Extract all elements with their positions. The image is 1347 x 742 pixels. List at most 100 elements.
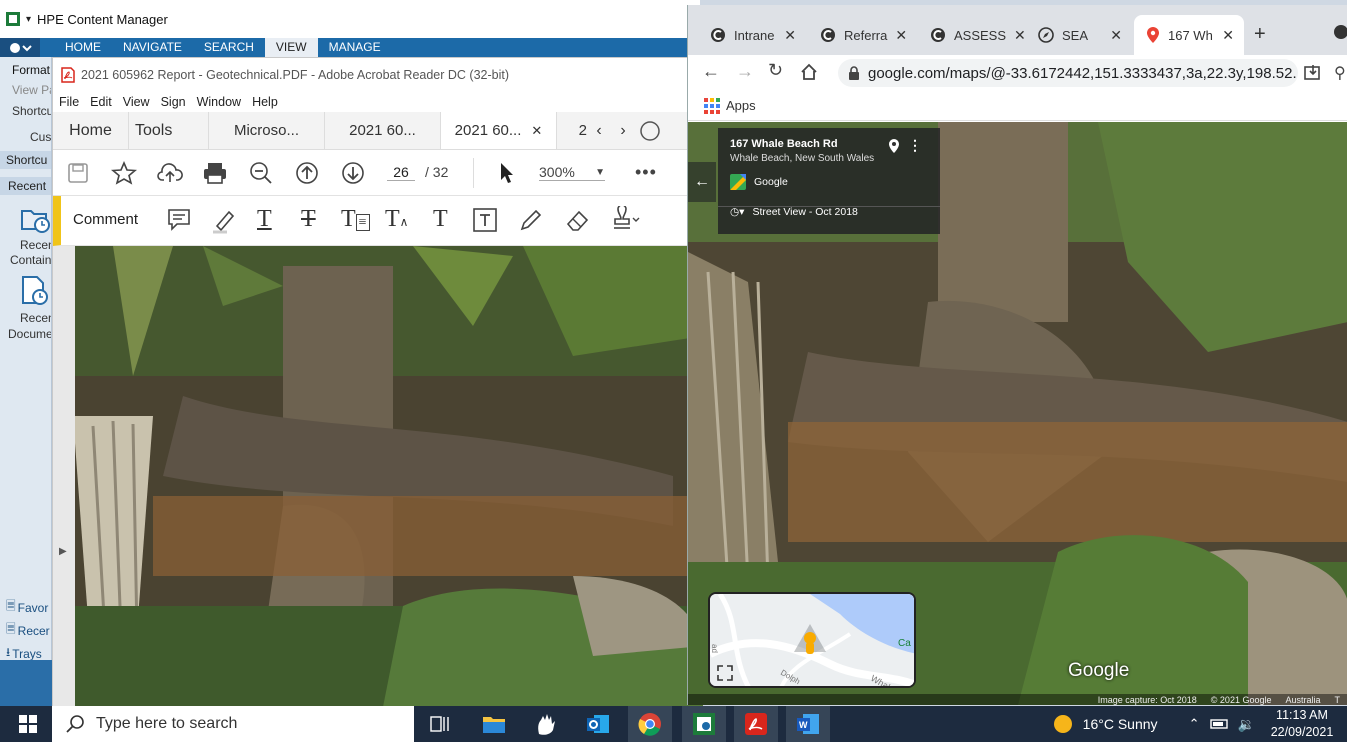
volume-icon[interactable]: 🔉	[1238, 716, 1255, 733]
chrome-tab-referral[interactable]: Referra ✕	[808, 15, 916, 55]
text-box-icon[interactable]	[473, 208, 497, 232]
apps-bookmark-label[interactable]: Apps	[726, 98, 756, 113]
back-icon[interactable]: ←	[702, 61, 720, 82]
bookmark-star-icon[interactable]	[111, 161, 137, 185]
weather-sun-icon[interactable]	[1053, 714, 1073, 734]
shortcuts-label[interactable]: Shortcu	[0, 104, 51, 118]
tab-2021-60-active[interactable]: 2021 60... ✕	[441, 112, 557, 149]
customize-label[interactable]: Cus	[0, 130, 51, 144]
acrobat-taskbar-icon[interactable]	[734, 706, 778, 742]
quick-access-dropdown-icon[interactable]: ▾	[26, 14, 31, 25]
street-view-minimap[interactable]: Ca Whal Dolph ad	[708, 592, 916, 688]
word-taskbar-icon[interactable]: W	[786, 706, 830, 742]
zoom-select[interactable]: 300% ▼	[539, 164, 605, 181]
favorites-link[interactable]: 🗏 Favor	[6, 597, 51, 618]
strikethrough-text-icon[interactable]: T	[301, 206, 316, 233]
install-app-icon[interactable]	[1304, 64, 1322, 82]
stamp-icon[interactable]	[609, 206, 641, 232]
tab-microsoft-doc[interactable]: Microso...	[209, 112, 325, 149]
underline-text-icon[interactable]: T	[257, 206, 272, 233]
menu-view[interactable]: View	[123, 95, 150, 109]
network-icon[interactable]	[1209, 718, 1228, 730]
print-icon[interactable]	[203, 162, 227, 184]
next-page-icon[interactable]	[341, 161, 365, 185]
location-pin-icon[interactable]	[888, 138, 900, 154]
tab-tools[interactable]: Tools	[129, 112, 209, 149]
reload-icon[interactable]: ↻	[768, 60, 783, 81]
ribbon-tab-search[interactable]: SEARCH	[193, 38, 265, 57]
draw-pencil-icon[interactable]	[519, 208, 543, 232]
teams-gesture-icon[interactable]	[524, 706, 568, 742]
show-hidden-icons-icon[interactable]: ⌃	[1189, 716, 1200, 732]
hpe-content-manager-taskbar-icon[interactable]	[682, 706, 726, 742]
more-tools-icon[interactable]: •••	[635, 162, 657, 183]
forward-icon[interactable]: →	[736, 61, 754, 82]
select-cursor-icon[interactable]	[499, 162, 515, 184]
outlook-icon[interactable]	[576, 706, 620, 742]
eraser-icon[interactable]	[565, 208, 591, 232]
apps-grid-icon[interactable]	[704, 97, 720, 114]
street-view-date-selector[interactable]: ◷▾ Street View - Oct 2018	[730, 206, 928, 218]
ribbon-tab-home[interactable]: HOME	[54, 38, 112, 57]
tab-close-icon[interactable]: ✕	[895, 27, 907, 44]
google-maps-link[interactable]: Google	[730, 174, 928, 190]
task-view-icon[interactable]	[418, 706, 462, 742]
new-tab-icon[interactable]: +	[1254, 23, 1266, 46]
menu-help[interactable]: Help	[252, 95, 278, 109]
highlight-icon[interactable]	[211, 208, 237, 234]
ribbon-tab-manage[interactable]: MANAGE	[318, 38, 392, 57]
chrome-taskbar-icon[interactable]	[628, 706, 672, 742]
replace-text-icon[interactable]: T ≡	[341, 206, 370, 233]
chrome-tab-assess[interactable]: ASSESS ✕	[918, 15, 1024, 55]
expand-map-icon[interactable]	[716, 664, 734, 682]
taskbar-search-box[interactable]: Type here to search	[52, 706, 414, 742]
ribbon-tab-navigate[interactable]: NAVIGATE	[112, 38, 193, 57]
tab-scroll-left-icon[interactable]: ‹	[587, 112, 611, 149]
help-icon[interactable]	[635, 112, 665, 149]
zoom-lens-icon[interactable]: ⚲	[1334, 63, 1346, 83]
hpe-app-menu-button[interactable]	[0, 38, 40, 57]
tab-home[interactable]: Home	[53, 112, 129, 149]
more-options-icon[interactable]: ⋮	[908, 137, 922, 154]
insert-text-icon[interactable]: T∧	[385, 206, 408, 233]
sticky-note-icon[interactable]	[167, 208, 191, 232]
format-label[interactable]: Format	[0, 63, 51, 77]
ribbon-tab-view[interactable]: VIEW	[264, 38, 318, 57]
pdf-page-photo[interactable]: ▶	[53, 246, 703, 707]
home-icon[interactable]	[800, 63, 818, 81]
file-explorer-icon[interactable]	[472, 706, 516, 742]
menu-edit[interactable]: Edit	[90, 95, 112, 109]
add-text-icon[interactable]: T	[433, 206, 448, 233]
menu-file[interactable]: File	[59, 95, 79, 109]
page-number-input[interactable]: 26	[387, 164, 415, 181]
windows-start-icon[interactable]	[6, 706, 50, 742]
chrome-tab-intranet[interactable]: Intrane ✕	[698, 15, 806, 55]
recent-documents-icon[interactable]	[20, 275, 50, 307]
previous-page-icon[interactable]	[295, 161, 319, 185]
street-view-back-icon[interactable]: ←	[688, 162, 716, 202]
save-icon[interactable]	[67, 162, 89, 184]
omnibox-input[interactable]: google.com/maps/@-33.6172442,151.3333437…	[838, 59, 1298, 87]
upload-cloud-icon[interactable]	[157, 162, 183, 184]
tab-2-overflow[interactable]: 2	[557, 112, 587, 149]
weather-text[interactable]: 16°C Sunny	[1083, 716, 1179, 732]
chrome-tab-maps-active[interactable]: 167 Wh ✕	[1134, 15, 1244, 55]
street-view-panorama[interactable]: ← 167 Whale Beach Rd Whale Beach, New So…	[688, 122, 1347, 705]
recent-link[interactable]: 🗏 Recer	[6, 620, 51, 641]
view-pane-label[interactable]: View Pa	[0, 83, 51, 97]
tab-close-icon[interactable]: ✕	[1222, 27, 1234, 44]
zoom-out-icon[interactable]	[249, 161, 273, 185]
profile-avatar-icon[interactable]	[1334, 25, 1347, 39]
tab-scroll-right-icon[interactable]: ›	[611, 112, 635, 149]
tab-close-icon[interactable]: ✕	[1110, 27, 1122, 44]
expand-nav-pane-icon[interactable]: ▶	[59, 546, 67, 557]
chrome-tab-sea[interactable]: SEA ✕	[1026, 15, 1132, 55]
clock[interactable]: 11:13 AM 22/09/2021	[1265, 707, 1339, 741]
menu-window[interactable]: Window	[197, 95, 241, 109]
tab-close-icon[interactable]: ✕	[531, 123, 542, 139]
tab-close-icon[interactable]: ✕	[784, 27, 796, 44]
tab-2021-60-a[interactable]: 2021 60...	[325, 112, 441, 149]
recent-containers-icon[interactable]	[20, 205, 50, 233]
terms-link[interactable]: T	[1335, 695, 1341, 705]
menu-sign[interactable]: Sign	[161, 95, 186, 109]
